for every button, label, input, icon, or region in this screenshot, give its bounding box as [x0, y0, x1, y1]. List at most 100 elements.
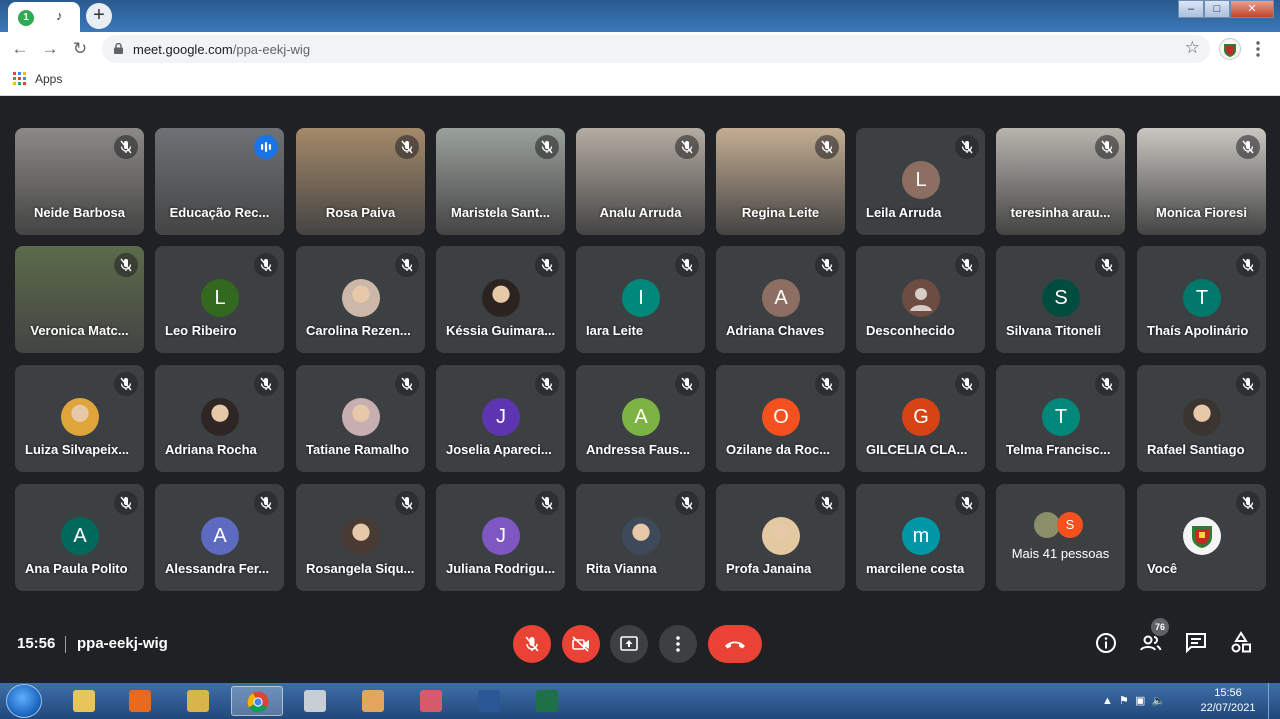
participant-tile[interactable]: L Leo Ribeiro [155, 246, 284, 353]
back-icon[interactable]: ← [8, 37, 32, 61]
participant-tile[interactable]: G GILCELIA CLA... [856, 365, 985, 472]
url-path: /ppa-eekj-wig [232, 42, 311, 57]
participant-tile[interactable]: A Adriana Chaves [716, 246, 845, 353]
participant-name: Rafael Santiago [1147, 442, 1245, 457]
new-tab-button[interactable]: + [86, 3, 112, 29]
participant-tile[interactable]: Neide Barbosa [15, 128, 144, 235]
close-window-button[interactable]: ✕ [1230, 0, 1274, 18]
profile-avatar-icon[interactable] [1219, 38, 1241, 60]
participant-tile[interactable]: J Juliana Rodrigu... [436, 484, 565, 591]
windows-taskbar: ▲ ⚑ ▣ 🔈 15:56 22/07/2021 [0, 683, 1280, 719]
media-player-icon [129, 690, 151, 712]
participant-tile[interactable]: Você [1137, 484, 1266, 591]
participant-name: Leila Arruda [866, 205, 942, 220]
participant-tile[interactable]: A Andressa Faus... [576, 365, 705, 472]
mic-off-icon [1236, 135, 1260, 159]
participant-tile[interactable]: Monica Fioresi [1137, 128, 1266, 235]
taskbar-calculator[interactable] [289, 686, 341, 716]
show-desktop-button[interactable] [1268, 683, 1280, 719]
participant-tile[interactable]: Educação Rec... [155, 128, 284, 235]
mic-off-icon [955, 253, 979, 277]
participant-tile[interactable]: Maristela Sant... [436, 128, 565, 235]
reload-icon[interactable]: ↻ [68, 37, 92, 61]
participant-name: Regina Leite [741, 205, 820, 220]
taskbar-word[interactable] [463, 686, 515, 716]
participant-tile[interactable]: Carolina Rezen... [296, 246, 425, 353]
participant-tile[interactable]: Rosa Paiva [296, 128, 425, 235]
participant-tile[interactable]: Desconhecido [856, 246, 985, 353]
present-icon [620, 636, 638, 651]
participant-avatar-photo [342, 517, 380, 555]
participant-tile[interactable]: Tatiane Ramalho [296, 365, 425, 472]
meeting-info-icon[interactable] [1094, 631, 1118, 655]
taskbar-media-player[interactable] [114, 686, 166, 716]
browser-toolbar: ← → ↻ meet.google.com/ppa-eekj-wig ☆ [0, 32, 1280, 66]
participant-tile[interactable]: Regina Leite [716, 128, 845, 235]
participant-tile[interactable]: T Thaís Apolinário [1137, 246, 1266, 353]
browser-menu-icon[interactable] [1254, 39, 1262, 59]
browser-tab-meet[interactable]: 1 ♪ [8, 2, 80, 32]
more-options-button[interactable] [659, 625, 697, 663]
participant-name: Ozilane da Roc... [726, 442, 831, 457]
participant-tile[interactable]: Késsia Guimara... [436, 246, 565, 353]
participant-name: Educação Rec... [169, 205, 270, 220]
participant-tile[interactable]: Veronica Matc... [15, 246, 144, 353]
toggle-microphone-button[interactable] [513, 625, 551, 663]
participant-name: Neide Barbosa [33, 205, 126, 220]
participant-tile[interactable]: L Leila Arruda [856, 128, 985, 235]
toggle-camera-button[interactable] [562, 625, 600, 663]
system-clock[interactable]: 15:56 22/07/2021 [1200, 686, 1256, 716]
leave-call-button[interactable] [708, 625, 762, 663]
participant-avatar: T [1042, 398, 1080, 436]
apps-grid-icon[interactable] [13, 72, 26, 85]
participant-name: Adriana Chaves [726, 323, 825, 338]
participant-tile[interactable]: teresinha arau... [996, 128, 1125, 235]
bookmark-star-icon[interactable]: ☆ [1185, 38, 1200, 58]
participant-tile[interactable]: O Ozilane da Roc... [716, 365, 845, 472]
participant-tile[interactable]: Rita Vianna [576, 484, 705, 591]
taskbar-explorer[interactable] [172, 686, 224, 716]
forward-icon[interactable]: → [38, 37, 62, 61]
bookmarks-bar [0, 66, 1280, 96]
minimize-button[interactable]: – [1178, 0, 1204, 18]
mini-avatar: S [1057, 512, 1083, 538]
maximize-button[interactable]: □ [1204, 0, 1230, 18]
taskbar-explorer-libraries[interactable] [58, 686, 110, 716]
participant-tile[interactable]: A Alessandra Fer... [155, 484, 284, 591]
taskbar-excel[interactable] [521, 686, 573, 716]
start-button[interactable] [6, 684, 42, 718]
more-participants-label: Mais 41 pessoas [1011, 546, 1110, 561]
taskbar-paint[interactable] [347, 686, 399, 716]
present-screen-button[interactable] [610, 625, 648, 663]
participant-tile[interactable]: Luiza Silvapeix... [15, 365, 144, 472]
participant-tile[interactable]: I Iara Leite [576, 246, 705, 353]
mic-off-icon [535, 372, 559, 396]
participant-tile[interactable]: m marcilene costa [856, 484, 985, 591]
activities-icon[interactable] [1229, 631, 1253, 655]
participant-tile[interactable]: S Mais 41 pessoas [996, 484, 1125, 591]
taskbar-snipping-tool[interactable] [405, 686, 457, 716]
chat-icon[interactable] [1184, 631, 1208, 655]
meeting-controls-bar: 15:56 ppa-eekj-wig 76 [0, 607, 1280, 683]
participant-tile[interactable]: Rafael Santiago [1137, 365, 1266, 472]
participant-tile[interactable]: A Ana Paula Polito [15, 484, 144, 591]
meeting-code: ppa-eekj-wig [77, 635, 168, 652]
bookmark-apps[interactable]: Apps [35, 72, 62, 86]
participant-avatar-photo [342, 279, 380, 317]
participant-tile[interactable]: Rosangela Siqu... [296, 484, 425, 591]
participant-tile[interactable]: Adriana Rocha [155, 365, 284, 472]
system-tray[interactable]: ▲ ⚑ ▣ 🔈 [1102, 694, 1165, 707]
participant-tile[interactable]: Profa Janaina [716, 484, 845, 591]
participant-name: Juliana Rodrigu... [446, 561, 556, 576]
audio-playing-icon[interactable]: ♪ [56, 8, 63, 23]
participant-tile[interactable]: Analu Arruda [576, 128, 705, 235]
mic-off-icon [1236, 372, 1260, 396]
participant-name: Adriana Rocha [165, 442, 257, 457]
address-bar[interactable]: meet.google.com/ppa-eekj-wig ☆ [102, 35, 1210, 63]
participant-tile[interactable]: J Joselia Apareci... [436, 365, 565, 472]
participant-tile[interactable]: S Silvana Titoneli [996, 246, 1125, 353]
taskbar-chrome[interactable] [231, 686, 283, 716]
mic-off-icon [114, 253, 138, 277]
participant-tile[interactable]: T Telma Francisc... [996, 365, 1125, 472]
participant-avatar-photo [61, 398, 99, 436]
